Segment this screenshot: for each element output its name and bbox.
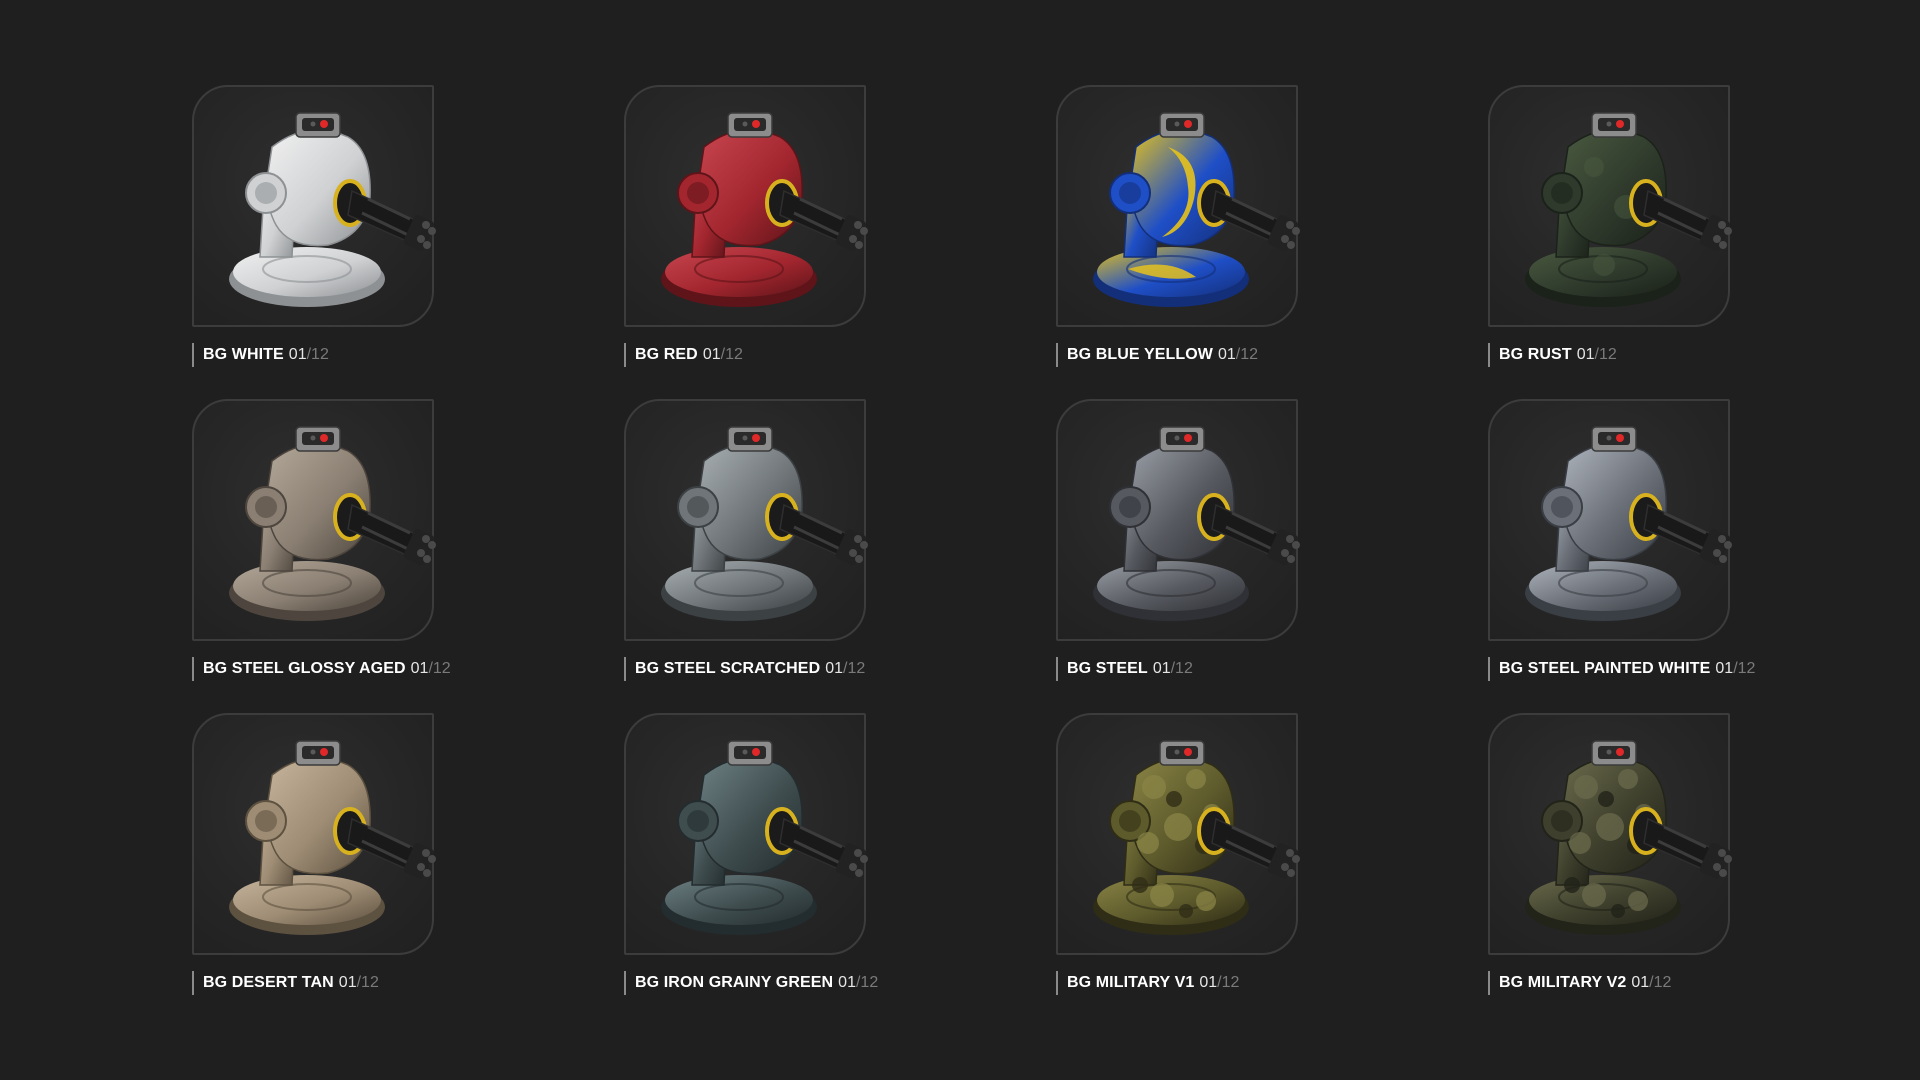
- material-index: 01: [825, 660, 844, 677]
- sensor-light: [320, 434, 328, 442]
- turret-image: [1093, 112, 1300, 307]
- material-name: BG STEEL PAINTED WHITE: [1499, 660, 1711, 677]
- material-label: BG MILITARY V1 01/12: [1056, 971, 1239, 995]
- material-index: 01: [1152, 660, 1171, 677]
- turret-thumbnail[interactable]: [1056, 713, 1300, 955]
- material-label: BG STEEL GLOSSY AGED 01/12: [192, 657, 451, 681]
- material-index: 01: [1576, 346, 1595, 363]
- turret-thumbnail[interactable]: [1488, 85, 1732, 327]
- material-index: 01: [838, 974, 856, 991]
- material-name: BG IRON GRAINY GREEN: [635, 974, 834, 991]
- material-index: 01: [288, 346, 307, 363]
- turret-thumbnail[interactable]: [1488, 399, 1732, 641]
- material-card[interactable]: BG STEEL PAINTED WHITE 01/12: [1488, 399, 1920, 713]
- turret-image: [1525, 426, 1732, 621]
- material-name: BG STEEL SCRATCHED: [635, 660, 821, 677]
- material-card[interactable]: BG RUST 01/12: [1488, 85, 1920, 399]
- sensor-light: [1184, 748, 1192, 756]
- sensor-light: [1616, 748, 1624, 756]
- turret-thumbnail[interactable]: [1056, 399, 1300, 641]
- turret-thumbnail[interactable]: [624, 399, 868, 641]
- sensor-light: [752, 120, 760, 128]
- material-index: 01: [410, 660, 429, 677]
- material-total: /12: [1594, 346, 1617, 363]
- material-card[interactable]: BG DESERT TAN 01/12: [192, 713, 624, 1027]
- material-total: /12: [428, 660, 451, 677]
- sensor-light: [320, 120, 328, 128]
- material-card[interactable]: BG BLUE YELLOW 01/12: [1056, 85, 1488, 399]
- turret-image: [1093, 740, 1300, 935]
- material-index: 01: [1631, 974, 1650, 991]
- sensor-light: [1616, 434, 1624, 442]
- turret-image: [229, 426, 436, 621]
- turret-thumbnail[interactable]: [624, 85, 868, 327]
- material-grid: BG WHITE 01/12 BG RED 01/12 BG BLUE YELLOW…: [192, 85, 1920, 1027]
- sensor-light: [1184, 434, 1192, 442]
- material-label: BG RED 01/12: [624, 343, 743, 367]
- material-card[interactable]: BG STEEL 01/12: [1056, 399, 1488, 713]
- material-label: BG MILITARY V2 01/12: [1488, 971, 1671, 995]
- material-name: BG DESERT TAN: [203, 974, 334, 991]
- material-label: BG STEEL PAINTED WHITE 01/12: [1488, 657, 1755, 681]
- material-index: 01: [1199, 974, 1218, 991]
- turret-thumbnail[interactable]: [192, 399, 436, 641]
- material-name: BG STEEL GLOSSY AGED: [203, 660, 406, 677]
- sensor-light: [1616, 120, 1624, 128]
- material-label: BG IRON GRAINY GREEN 01/12: [624, 971, 878, 995]
- material-total: /12: [1170, 660, 1193, 677]
- turret-thumbnail[interactable]: [1488, 713, 1732, 955]
- material-total: /12: [356, 974, 379, 991]
- material-name: BG BLUE YELLOW: [1067, 346, 1213, 363]
- material-label: BG STEEL 01/12: [1056, 657, 1193, 681]
- turret-thumbnail[interactable]: [624, 713, 868, 955]
- sensor-light: [752, 434, 760, 442]
- material-card[interactable]: BG WHITE 01/12: [192, 85, 624, 399]
- material-name: BG WHITE: [203, 346, 284, 363]
- material-card[interactable]: BG MILITARY V2 01/12: [1488, 713, 1920, 1027]
- material-total: /12: [1217, 974, 1240, 991]
- material-name: BG STEEL: [1067, 660, 1148, 677]
- material-name: BG MILITARY V1: [1067, 974, 1195, 991]
- turret-image: [1093, 426, 1300, 621]
- turret-image: [229, 112, 436, 307]
- material-total: /12: [843, 660, 866, 677]
- material-card[interactable]: BG RED 01/12: [624, 85, 1056, 399]
- turret-thumbnail[interactable]: [192, 713, 436, 955]
- sensor-light: [1184, 120, 1192, 128]
- material-total: /12: [1733, 660, 1756, 677]
- material-total: /12: [855, 974, 879, 991]
- turret-image: [661, 740, 868, 935]
- material-index: 01: [338, 974, 357, 991]
- material-card[interactable]: BG STEEL SCRATCHED 01/12: [624, 399, 1056, 713]
- material-total: /12: [720, 346, 743, 363]
- material-label: BG BLUE YELLOW 01/12: [1056, 343, 1258, 367]
- sensor-light: [320, 748, 328, 756]
- turret-image: [1525, 740, 1732, 935]
- material-total: /12: [306, 346, 329, 363]
- material-label: BG STEEL SCRATCHED 01/12: [624, 657, 865, 681]
- turret-image: [1525, 112, 1732, 307]
- material-name: BG RUST: [1499, 346, 1572, 363]
- material-index: 01: [1715, 660, 1734, 677]
- material-label: BG RUST 01/12: [1488, 343, 1617, 367]
- turret-thumbnail[interactable]: [192, 85, 436, 327]
- turret-image: [229, 740, 436, 935]
- material-total: /12: [1649, 974, 1672, 991]
- material-label: BG DESERT TAN 01/12: [192, 971, 379, 995]
- material-index: 01: [702, 346, 721, 363]
- turret-image: [661, 112, 868, 307]
- sensor-light: [752, 748, 760, 756]
- material-card[interactable]: BG IRON GRAINY GREEN 01/12: [624, 713, 1056, 1027]
- turret-image: [661, 426, 868, 621]
- material-total: /12: [1235, 346, 1259, 363]
- material-index: 01: [1218, 346, 1236, 363]
- material-name: BG MILITARY V2: [1499, 974, 1627, 991]
- material-card[interactable]: BG STEEL GLOSSY AGED 01/12: [192, 399, 624, 713]
- turret-thumbnail[interactable]: [1056, 85, 1300, 327]
- material-label: BG WHITE 01/12: [192, 343, 329, 367]
- material-card[interactable]: BG MILITARY V1 01/12: [1056, 713, 1488, 1027]
- material-name: BG RED: [635, 346, 698, 363]
